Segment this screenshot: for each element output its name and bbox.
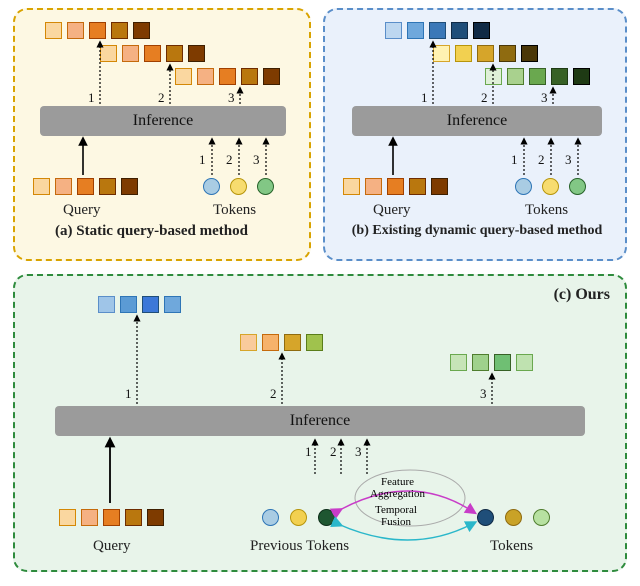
temporal-fusion-label: TemporalFusion	[375, 504, 417, 528]
arrows-c	[15, 276, 629, 574]
feature-aggregation-label: FeatureAggregation	[370, 476, 425, 500]
panel-existing: Inference Query Tokens (b) Existing dyna…	[323, 8, 627, 261]
arrows-a	[15, 10, 313, 263]
panel-ours: (c) Ours Inference Query Previous Tokens…	[13, 274, 627, 572]
panel-static: Inference Query Tokens (a) Static query-…	[13, 8, 311, 261]
arrows-b	[325, 10, 629, 263]
